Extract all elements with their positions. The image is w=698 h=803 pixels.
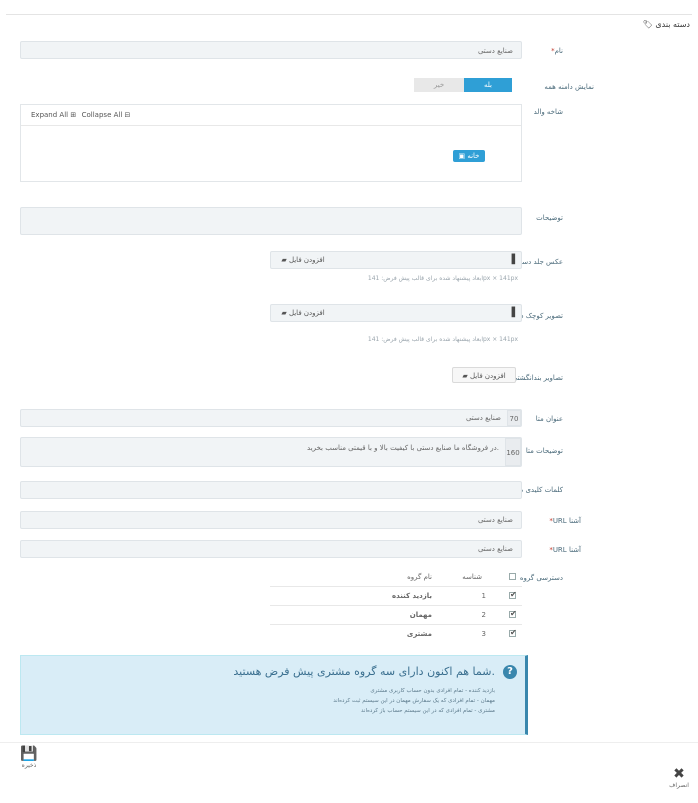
info-title: شما هم اکنون دارای سه گروه مشتری پیش فرض… [233, 665, 495, 678]
row-divider [270, 624, 522, 625]
cancel-label: انصراف [669, 782, 689, 789]
meta-keywords-input[interactable] [20, 481, 522, 499]
simple-url-label: *URL آشنا [549, 546, 581, 554]
expand-all-button[interactable]: Expand All ⊞ [31, 109, 76, 121]
close-icon: ✖ [673, 766, 685, 782]
tag-icon: 🏷 [642, 20, 653, 29]
group-customer-checkbox[interactable] [509, 628, 517, 637]
category-image-hint: ابعاد پیشنهاد شده برای قالب پیش فرض: 141… [367, 275, 518, 282]
meta-description-label: توضیحات متا [525, 447, 563, 455]
name-label: *نام [551, 47, 563, 55]
group-id: 2 [481, 611, 486, 619]
group-id: 3 [481, 630, 486, 638]
parent-label: شاخه والد [533, 108, 563, 116]
meta-title-input[interactable]: 70 صنایع دستی [20, 409, 522, 427]
footer-divider [0, 742, 698, 743]
group-visitor-checkbox[interactable] [509, 590, 517, 599]
page-title: 🏷 دسته بندی [642, 20, 690, 29]
simple-url-input[interactable]: صنایع دستی [20, 540, 522, 558]
group-id: 1 [481, 592, 486, 600]
tree-toolbar-divider [21, 125, 521, 126]
thumbnail-field[interactable]: ▐ ▰ افزودن فایل [270, 304, 522, 322]
save-label: ذخیره [21, 762, 37, 769]
column-name-header: نام گروه [407, 573, 432, 581]
friendly-url-value: صنایع دستی [477, 516, 513, 524]
name-value: صنایع دستی [477, 47, 513, 55]
thumbnail-add-button[interactable]: ▰ افزودن فایل [277, 308, 329, 319]
tree-root-home-button[interactable]: ▣ خانه [453, 150, 485, 162]
name-input[interactable]: صنایع دستی [20, 41, 522, 59]
category-image-add-button[interactable]: ▰ افزودن فایل [277, 255, 329, 266]
meta-description-value: در فروشگاه ما صنایع دستی با کیفیت بالا و… [307, 444, 499, 452]
meta-keywords-label: کلمات کلیدی متا [515, 486, 563, 494]
info-line-guest: مهمان - تمام افرادی که یک سفارش مهمان در… [333, 698, 495, 704]
cancel-button[interactable]: ✖ انصراف [664, 766, 694, 800]
table-header-divider [270, 586, 522, 587]
simple-url-value: صنایع دستی [477, 545, 513, 553]
table-row: 3 مشتری [270, 626, 522, 643]
table-row: 1 بازدید کننده [270, 588, 522, 605]
file-icon: ▐ [508, 308, 515, 318]
thumbnail-hint: ابعاد پیشنهاد شده برای قالب پیش فرض: 141… [367, 336, 518, 343]
meta-title-value: صنایع دستی [465, 414, 501, 422]
menu-thumbnail-add-button[interactable]: ▰ افزودن فایل [452, 367, 516, 383]
friendly-url-input[interactable]: صنایع دستی [20, 511, 522, 529]
toggle-no-button[interactable]: خیر [414, 78, 464, 92]
group-name: مشتری [406, 630, 432, 638]
info-alert: ? شما هم اکنون دارای سه گروه مشتری پیش ف… [20, 655, 528, 735]
group-access-label: دسترسی گروه [519, 574, 563, 582]
toggle-yes-button[interactable]: بله [464, 78, 512, 92]
meta-title-counter: 70 [507, 410, 521, 426]
group-name: بازدید کننده [392, 592, 432, 600]
folder-open-icon: ▰ [462, 372, 468, 380]
folder-open-icon: ▰ [281, 256, 287, 264]
column-id-header: شناسه [462, 573, 482, 581]
group-name: مهمان [409, 611, 432, 619]
table-row: 2 مهمان [270, 607, 522, 624]
group-guest-checkbox[interactable] [509, 609, 517, 618]
save-button[interactable]: 💾 ذخیره [14, 746, 44, 782]
folder-icon: ▣ [458, 152, 466, 160]
description-label: توضیحات [536, 214, 563, 222]
folder-open-icon: ▰ [281, 309, 287, 317]
group-access-table: شناسه نام گروه 1 بازدید کننده 2 مهمان 3 … [270, 570, 522, 644]
header-divider [6, 14, 692, 15]
description-textarea[interactable] [20, 207, 522, 235]
meta-title-label: عنوان متا [535, 415, 563, 423]
info-line-customer: مشتری - تمام افرادی که در این سیستم حساب… [361, 708, 495, 714]
file-icon: ▐ [508, 255, 515, 265]
row-divider [270, 605, 522, 606]
save-icon: 💾 [20, 746, 38, 762]
show-subcategory-label: نمایش دامنه همه [544, 83, 594, 91]
parent-tree-panel: Expand All ⊞ Collapse All ⊟ ▣ خانه [20, 104, 522, 182]
category-image-field[interactable]: ▐ ▰ افزودن فایل [270, 251, 522, 269]
collapse-all-button[interactable]: Collapse All ⊟ [81, 109, 131, 121]
select-all-checkbox[interactable] [509, 573, 516, 580]
question-icon: ? [503, 665, 517, 679]
friendly-url-label: *URL آشنا [549, 517, 581, 525]
info-line-visitor: بازدید کننده - تمام افرادی بدون حساب کار… [370, 688, 495, 694]
meta-description-counter: 160 [505, 438, 521, 466]
meta-description-textarea[interactable]: 160 در فروشگاه ما صنایع دستی با کیفیت با… [20, 437, 522, 467]
